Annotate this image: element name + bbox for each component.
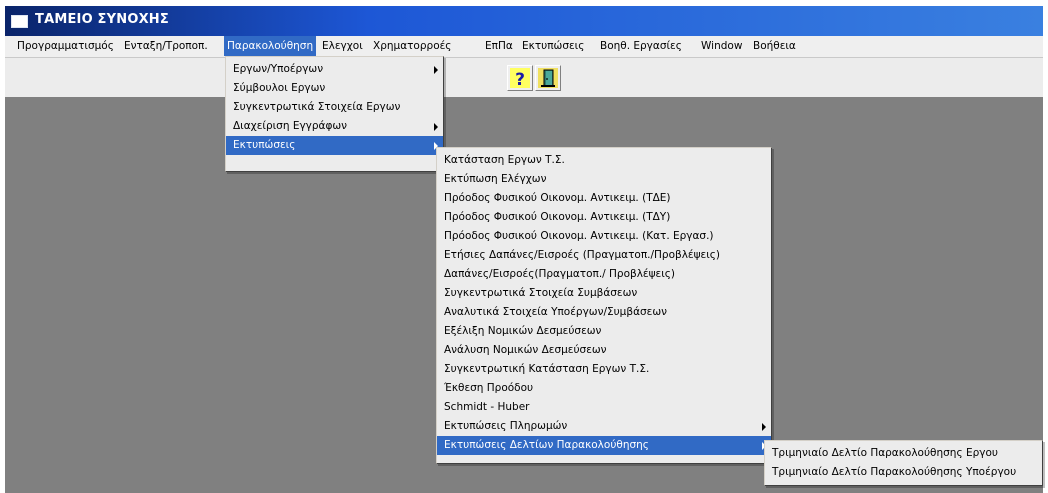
menu-item-katastasi-ergon[interactable]: Κατάσταση Εργων Τ.Σ.	[437, 151, 771, 170]
menu-item-diaxeirisi-eggrafon[interactable]: Διαχείριση Εγγράφων	[226, 117, 443, 136]
deltia-submenu: Τριμηνιαίο Δελτίο Παρακολούθησης Εργου Τ…	[764, 440, 1043, 486]
parakolouthisi-menu: Εργων/Υποέργων Σύμβουλοι Εργων Συγκεντρω…	[225, 56, 444, 172]
menu-item-label: Συγκεντρωτική Κατάσταση Εργων Τ.Σ.	[444, 363, 650, 375]
menu-eppa[interactable]: ΕπΠα	[482, 36, 516, 56]
menu-item-schmidt-huber[interactable]: Schmidt - Huber	[437, 398, 771, 417]
menu-item-label: Πρόοδος Φυσικού Οικονομ. Αντικειμ. (Κατ.…	[444, 230, 714, 242]
menu-item-exelixi-nomikon[interactable]: Εξέλιξη Νομικών Δεσμεύσεων	[437, 322, 771, 341]
menu-item-label: Ανάλυση Νομικών Δεσμεύσεων	[444, 344, 607, 356]
menu-item-analysi-nomikon[interactable]: Ανάλυση Νομικών Δεσμεύσεων	[437, 341, 771, 360]
submenu-arrow-icon	[434, 123, 438, 131]
menu-item-label: Πρόοδος Φυσικού Οικονομ. Αντικειμ. (ΤΔΥ)	[444, 211, 671, 223]
submenu-arrow-icon	[434, 66, 438, 74]
menu-programmatismos[interactable]: Προγραμματισμός	[14, 36, 117, 56]
menu-bar: Προγραμματισμός Ενταξη/Τροποπ. Παρακολού…	[5, 36, 1043, 58]
menu-item-ergon-ypoergon[interactable]: Εργων/Υποέργων	[226, 60, 443, 79]
menu-item-label: Τριμηνιαίο Δελτίο Παρακολούθησης Υποέργο…	[772, 466, 1017, 478]
menu-item-label: Δαπάνες/Εισροές(Πραγματοπ./ Προβλέψεις)	[444, 268, 676, 280]
menu-item-sygkentrotika-symvaseon[interactable]: Συγκεντρωτικά Στοιχεία Συμβάσεων	[437, 284, 771, 303]
menu-item-ektyposeis-deltion[interactable]: Εκτυπώσεις Δελτίων Παρακολούθησης	[437, 436, 771, 455]
menu-item-label: Διαχείριση Εγγράφων	[233, 120, 348, 132]
window-title: ΤΑΜΕΙΟ ΣΥΝΟΧΗΣ	[35, 12, 169, 27]
menu-item-label: Έκθεση Προόδου	[444, 382, 534, 394]
menu-item-label: Schmidt - Huber	[444, 401, 530, 413]
menu-item-label: Ετήσιες Δαπάνες/Εισροές (Πραγματοπ./Προβ…	[444, 249, 721, 261]
menu-item-sygkentrotiki-katastasi[interactable]: Συγκεντρωτική Κατάσταση Εργων Τ.Σ.	[437, 360, 771, 379]
menu-item-symvouloi[interactable]: Σύμβουλοι Εργων	[226, 79, 443, 98]
exit-button[interactable]	[535, 65, 561, 91]
svg-text:?: ?	[515, 70, 525, 88]
menu-item-label: Εκτυπώσεις	[233, 139, 296, 151]
menu-item-proodos-kat-ergas[interactable]: Πρόοδος Φυσικού Οικονομ. Αντικειμ. (Κατ.…	[437, 227, 771, 246]
menu-item-label: Τριμηνιαίο Δελτίο Παρακολούθησης Εργου	[772, 447, 998, 459]
menu-elegxoi[interactable]: Ελεγχοι	[319, 36, 366, 56]
menu-item-label: Εκτυπώσεις Δελτίων Παρακολούθησης	[444, 439, 649, 451]
menu-item-triminiaio-ypoergou[interactable]: Τριμηνιαίο Δελτίο Παρακολούθησης Υποέργο…	[765, 463, 1042, 482]
app-icon	[11, 15, 28, 28]
title-bar[interactable]: ΤΑΜΕΙΟ ΣΥΝΟΧΗΣ	[5, 6, 1043, 36]
menu-item-label: Εκτύπωση Ελέγχων	[444, 173, 547, 185]
menu-item-proodos-tde[interactable]: Πρόοδος Φυσικού Οικονομ. Αντικειμ. (ΤΔΕ)	[437, 189, 771, 208]
menu-item-analytika-ypoergon[interactable]: Αναλυτικά Στοιχεία Υποέργων/Συμβάσεων	[437, 303, 771, 322]
menu-voitheia[interactable]: Βοήθεια	[750, 36, 799, 56]
menu-parakolouthisi[interactable]: Παρακολούθηση	[224, 36, 317, 56]
menu-item-dapanes-eisroes[interactable]: Δαπάνες/Εισροές(Πραγματοπ./ Προβλέψεις)	[437, 265, 771, 284]
menu-entaxi[interactable]: Ενταξη/Τροποπ.	[121, 36, 211, 56]
menu-item-ektyposi-elegxon[interactable]: Εκτύπωση Ελέγχων	[437, 170, 771, 189]
menu-item-ekthesi-proodou[interactable]: Έκθεση Προόδου	[437, 379, 771, 398]
toolbar: ?	[5, 58, 1043, 97]
menu-item-label: Πρόοδος Φυσικού Οικονομ. Αντικειμ. (ΤΔΕ)	[444, 192, 671, 204]
ektyposeis-submenu: Κατάσταση Εργων Τ.Σ. Εκτύπωση Ελέγχων Πρ…	[436, 147, 772, 464]
question-mark-icon: ?	[510, 68, 530, 88]
menu-item-label: Συγκεντρωτικά Στοιχεία Εργων	[233, 101, 401, 113]
menu-item-label: Αναλυτικά Στοιχεία Υποέργων/Συμβάσεων	[444, 306, 667, 318]
submenu-arrow-icon	[762, 423, 766, 431]
menu-item-label: Εργων/Υποέργων	[233, 63, 324, 75]
menu-item-label: Σύμβουλοι Εργων	[233, 82, 326, 94]
menu-item-label: Κατάσταση Εργων Τ.Σ.	[444, 154, 565, 166]
menu-item-sygkentrotika[interactable]: Συγκεντρωτικά Στοιχεία Εργων	[226, 98, 443, 117]
help-button[interactable]: ?	[507, 65, 533, 91]
menu-ektyposeis[interactable]: Εκτυπώσεις	[519, 36, 587, 56]
menu-voith-ergasies[interactable]: Βοηθ. Εργασίες	[597, 36, 685, 56]
menu-xrimatorroes[interactable]: Χρηματορροές	[370, 36, 454, 56]
exit-door-icon	[538, 68, 558, 88]
menu-item-label: Εκτυπώσεις Πληρωμών	[444, 420, 568, 432]
menu-item-label: Εξέλιξη Νομικών Δεσμεύσεων	[444, 325, 602, 337]
menu-item-ektyposeis-pliromon[interactable]: Εκτυπώσεις Πληρωμών	[437, 417, 771, 436]
menu-item-label: Συγκεντρωτικά Στοιχεία Συμβάσεων	[444, 287, 638, 299]
menu-item-triminiaio-ergou[interactable]: Τριμηνιαίο Δελτίο Παρακολούθησης Εργου	[765, 444, 1042, 463]
menu-window[interactable]: Window	[698, 36, 745, 56]
menu-item-ektyposeis[interactable]: Εκτυπώσεις	[226, 136, 443, 155]
menu-item-etisies-dapanes[interactable]: Ετήσιες Δαπάνες/Εισροές (Πραγματοπ./Προβ…	[437, 246, 771, 265]
menu-item-proodos-tdy[interactable]: Πρόοδος Φυσικού Οικονομ. Αντικειμ. (ΤΔΥ)	[437, 208, 771, 227]
